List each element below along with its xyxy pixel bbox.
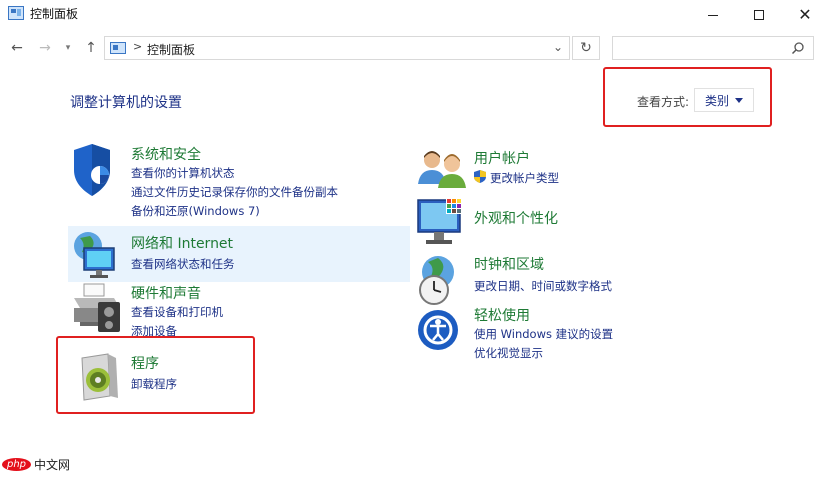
back-button[interactable]: ← [8, 38, 26, 58]
link-view-computer-status[interactable]: 查看你的计算机状态 [131, 165, 235, 181]
refresh-icon: ↻ [580, 40, 592, 56]
uac-shield-icon [474, 170, 486, 183]
chevron-down-icon: ▾ [65, 43, 71, 53]
up-button[interactable]: ↑ [82, 38, 100, 58]
address-bar[interactable]: > 控制面板 ⌄ [104, 36, 570, 60]
personalization-monitor-icon[interactable] [416, 196, 472, 252]
link-devices-printers[interactable]: 查看设备和打印机 [131, 304, 223, 320]
search-input[interactable] [617, 40, 787, 56]
link-optimize-visual-display[interactable]: 优化视觉显示 [474, 345, 543, 361]
link-change-account-type[interactable]: 更改帐户类型 [490, 170, 559, 186]
watermark-logo: php [2, 458, 32, 471]
maximize-button[interactable] [736, 0, 782, 30]
highlight-box-view-by [603, 67, 772, 127]
breadcrumb-separator: > [133, 40, 143, 53]
address-dropdown-icon[interactable]: ⌄ [553, 40, 563, 54]
ease-of-access-icon[interactable] [416, 304, 472, 360]
close-button[interactable]: ✕ [782, 0, 822, 30]
network-globe-icon[interactable] [70, 230, 126, 286]
watermark-text: 中文网 [34, 458, 71, 472]
maximize-icon [754, 10, 764, 20]
category-title-ease[interactable]: 轻松使用 [474, 305, 530, 325]
navigation-bar: ← → ▾ ↑ > 控制面板 ⌄ ↻ [0, 30, 822, 66]
clock-globe-icon[interactable] [416, 254, 472, 310]
category-title-hardware[interactable]: 硬件和声音 [131, 283, 201, 303]
control-panel-icon [8, 6, 24, 20]
window-title: 控制面板 [30, 7, 79, 21]
printer-icon[interactable] [70, 282, 126, 338]
link-network-status[interactable]: 查看网络状态和任务 [131, 256, 235, 272]
control-panel-icon [110, 42, 126, 54]
title-bar: 控制面板 ✕ [0, 0, 822, 30]
watermark: php 中文网 [2, 456, 70, 473]
category-title-network[interactable]: 网络和 Internet [131, 233, 233, 253]
forward-button[interactable]: → [36, 38, 54, 58]
category-title-system[interactable]: 系统和安全 [131, 144, 201, 164]
arrow-up-icon: ↑ [85, 40, 97, 56]
link-file-history-backup[interactable]: 通过文件历史记录保存你的文件备份副本 [131, 184, 338, 200]
category-title-user[interactable]: 用户帐户 [474, 148, 530, 168]
search-box[interactable] [612, 36, 814, 60]
category-title-clock[interactable]: 时钟和区域 [474, 254, 544, 274]
minimize-button[interactable] [690, 0, 736, 30]
refresh-button[interactable]: ↻ [572, 36, 600, 60]
highlight-box-programs [56, 336, 255, 414]
breadcrumb-control-panel[interactable]: 控制面板 [147, 41, 195, 58]
link-change-date-time-format[interactable]: 更改日期、时间或数字格式 [474, 278, 612, 294]
arrow-right-icon: → [39, 40, 51, 56]
recent-locations-button[interactable]: ▾ [62, 38, 74, 58]
page-title: 调整计算机的设置 [70, 95, 182, 111]
category-title-appearance[interactable]: 外观和个性化 [474, 208, 558, 228]
minimize-icon [708, 14, 718, 16]
shield-icon[interactable] [72, 142, 128, 198]
close-icon: ✕ [798, 5, 812, 24]
link-backup-restore[interactable]: 备份和还原(Windows 7) [131, 203, 260, 219]
link-recommended-settings[interactable]: 使用 Windows 建议的设置 [474, 326, 613, 342]
search-icon[interactable] [791, 41, 805, 55]
arrow-left-icon: ← [11, 40, 23, 56]
